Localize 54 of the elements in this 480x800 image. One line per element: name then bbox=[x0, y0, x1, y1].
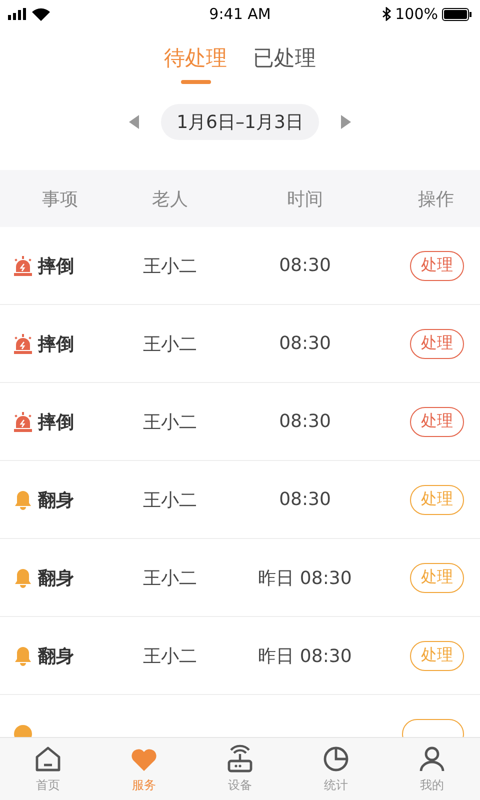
nav-tab[interactable]: 服务 bbox=[96, 738, 192, 800]
table-cell-text: 王小二 bbox=[142, 566, 198, 590]
table-cell-text: 翻身 bbox=[38, 488, 74, 512]
table-cell-text: 翻身 bbox=[38, 644, 74, 668]
table-cell-text: 昨日 08:30 bbox=[257, 644, 353, 668]
column-header: 操作 bbox=[417, 188, 455, 210]
table-cell-text: 08:30 bbox=[278, 333, 332, 354]
bell-icon bbox=[14, 646, 32, 666]
handle-button[interactable]: 处理 bbox=[410, 484, 464, 514]
date-range[interactable]: 1月6日–1月3日 bbox=[160, 104, 320, 140]
table-cell-text: 王小二 bbox=[142, 254, 198, 278]
handle-button[interactable]: 处理 bbox=[410, 328, 464, 358]
nav-tab[interactable]: 首页 bbox=[0, 738, 96, 800]
table-cell-text: 08:30 bbox=[278, 255, 332, 276]
router-icon bbox=[225, 744, 255, 774]
table-cell-text: 王小二 bbox=[142, 488, 198, 512]
handle-button[interactable]: 处理 bbox=[410, 250, 464, 280]
signal-icon bbox=[8, 8, 28, 20]
alarm-light-icon bbox=[14, 334, 32, 354]
handle-button[interactable]: 处理 bbox=[410, 406, 464, 436]
user-icon bbox=[417, 744, 447, 774]
bluetooth-icon bbox=[382, 7, 392, 21]
home-icon bbox=[33, 744, 63, 774]
column-header: 事项 bbox=[41, 188, 79, 210]
previous-arrow-icon[interactable] bbox=[128, 115, 139, 129]
wifi-icon bbox=[32, 8, 50, 20]
table-cell-text: 王小二 bbox=[142, 410, 198, 434]
status-time: 9:41 AM bbox=[209, 5, 271, 23]
tab[interactable]: 已处理 bbox=[253, 44, 316, 84]
nav-tab[interactable]: 我的 bbox=[384, 738, 480, 800]
column-header: 老人 bbox=[151, 188, 189, 210]
next-arrow-icon[interactable] bbox=[341, 115, 352, 129]
nav-tab[interactable]: 统计 bbox=[288, 738, 384, 800]
battery-icon bbox=[442, 8, 472, 20]
table-cell-text: 08:30 bbox=[278, 411, 332, 432]
pie-chart-icon bbox=[321, 744, 351, 774]
handle-button[interactable]: 处理 bbox=[410, 640, 464, 670]
table-cell-text: 08:30 bbox=[278, 489, 332, 510]
tab[interactable]: 待处理 bbox=[164, 44, 227, 84]
handle-button[interactable]: 处理 bbox=[410, 562, 464, 592]
table-cell-text: 摔倒 bbox=[38, 332, 74, 356]
table-cell-text: 昨日 08:30 bbox=[257, 566, 353, 590]
nav-tab[interactable]: 设备 bbox=[192, 738, 288, 800]
table-cell-text: 王小二 bbox=[142, 332, 198, 356]
bell-icon bbox=[14, 490, 32, 510]
bell-icon bbox=[14, 568, 32, 588]
column-header: 时间 bbox=[286, 188, 324, 210]
table-cell-text: 摔倒 bbox=[38, 410, 74, 434]
table-cell-text: 翻身 bbox=[38, 566, 74, 590]
table-cell-text: 王小二 bbox=[142, 644, 198, 668]
alarm-light-icon bbox=[14, 256, 32, 276]
battery-percentage: 100% bbox=[395, 5, 438, 23]
alarm-light-icon bbox=[14, 412, 32, 432]
table-cell-text: 摔倒 bbox=[38, 254, 74, 278]
